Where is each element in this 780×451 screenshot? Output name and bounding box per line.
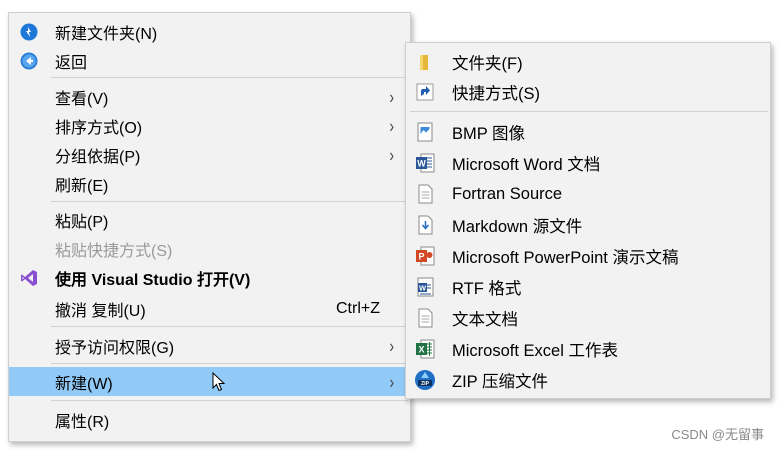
menu-item-label: 返回 [55,54,88,72]
mouse-cursor-icon [212,372,226,392]
menu-item-label: 刷新(E) [55,177,109,195]
powerpoint-icon: P [414,245,436,267]
submenu-item-label: RTF 格式 [452,280,522,298]
menu-item-label: 查看(V) [55,90,109,108]
chevron-right-icon: › [389,115,394,136]
submenu-item-label: Microsoft Excel 工作表 [452,342,618,360]
excel-icon: X [414,338,436,360]
submenu-item-word[interactable]: W Microsoft Word 文档 [406,148,770,178]
menu-item-label: 粘贴快捷方式(S) [55,242,173,260]
submenu-item-text[interactable]: 文本文档 [406,303,770,333]
submenu-item-label: 快捷方式(S) [452,85,540,103]
menu-item-label: 授予访问权限(G) [55,339,175,357]
submenu-item-folder[interactable]: 文件夹(F) [406,47,770,77]
text-file-icon [414,183,436,205]
svg-text:X: X [418,345,424,355]
menu-item-sort-by[interactable]: 排序方式(O) › [9,111,410,140]
submenu-item-rtf[interactable]: W RTF 格式 [406,272,770,302]
watermark-text: CSDN @无留事 [671,427,764,442]
menu-item-refresh[interactable]: 刷新(E) [9,169,410,198]
menu-item-new[interactable]: 新建(W) › [9,367,410,396]
submenu-item-label: Microsoft Word 文档 [452,156,601,174]
menu-separator [51,201,408,202]
menu-item-label: 新建文件夹(N) [55,25,158,43]
back-arrow-icon [20,52,38,70]
svg-text:W: W [417,159,426,169]
chevron-right-icon: › [389,335,394,356]
menu-separator [51,326,408,327]
menu-item-view[interactable]: 查看(V) › [9,82,410,111]
new-folder-icon [20,23,38,41]
word-document-icon: W [414,152,436,174]
bmp-image-icon [414,121,436,143]
rtf-document-icon: W [414,276,436,298]
menu-item-group-by[interactable]: 分组依据(P) › [9,140,410,169]
context-menu: 新建文件夹(N) 返回 查看(V) › 排序方式(O) › 分组依据(P) › … [8,12,411,442]
submenu-item-label: ZIP 压缩文件 [452,373,548,391]
menu-item-label: 分组依据(P) [55,148,141,166]
svg-text:P: P [418,252,424,262]
menu-item-open-visual-studio[interactable]: 使用 Visual Studio 打开(V) [9,263,410,292]
submenu-item-excel[interactable]: X Microsoft Excel 工作表 [406,334,770,364]
submenu-item-label: 文件夹(F) [452,55,523,73]
menu-separator [51,363,408,364]
shortcut-arrow-icon [414,81,436,103]
submenu-item-powerpoint[interactable]: P Microsoft PowerPoint 演示文稿 [406,241,770,271]
menu-item-label: 使用 Visual Studio 打开(V) [55,271,251,289]
menu-item-label: 粘贴(P) [55,213,109,231]
submenu-item-label: Microsoft PowerPoint 演示文稿 [452,249,679,267]
keyboard-shortcut: Ctrl+Z [336,299,380,317]
svg-text:W: W [419,283,427,292]
menu-item-give-access[interactable]: 授予访问权限(G) › [9,331,410,360]
menu-item-new-folder[interactable]: 新建文件夹(N) [9,17,410,46]
submenu-item-label: 文本文档 [452,311,518,329]
menu-item-properties[interactable]: 属性(R) [9,405,410,434]
menu-item-undo-copy[interactable]: 撤消 复制(U) Ctrl+Z [9,294,410,323]
submenu-item-zip[interactable]: ZIP ZIP 压缩文件 [406,365,770,395]
menu-separator [51,77,408,78]
chevron-right-icon: › [389,144,394,165]
submenu-item-label: Fortran Source [452,184,563,203]
chevron-right-icon: › [389,371,394,392]
zip-archive-icon: ZIP [414,369,436,391]
menu-item-back[interactable]: 返回 [9,46,410,75]
new-submenu: 文件夹(F) 快捷方式(S) BMP 图像 W Microsoft Word 文… [405,42,771,399]
menu-item-paste[interactable]: 粘贴(P) [9,205,410,234]
chevron-right-icon: › [389,86,394,107]
text-document-icon [414,307,436,329]
menu-item-label: 撤消 复制(U) [55,302,146,320]
folder-icon [414,51,436,73]
submenu-item-fortran[interactable]: Fortran Source [406,179,770,209]
visual-studio-icon [20,269,38,287]
menu-item-label: 排序方式(O) [55,119,143,137]
submenu-item-label: Markdown 源文件 [452,218,583,236]
menu-item-label: 新建(W) [55,375,113,393]
menu-item-paste-shortcut: 粘贴快捷方式(S) [9,234,410,263]
submenu-item-markdown[interactable]: Markdown 源文件 [406,210,770,240]
menu-separator [410,111,768,112]
svg-text:ZIP: ZIP [421,381,430,387]
submenu-item-label: BMP 图像 [452,125,526,143]
submenu-item-bmp[interactable]: BMP 图像 [406,117,770,147]
submenu-item-shortcut[interactable]: 快捷方式(S) [406,77,770,107]
menu-separator [51,400,408,401]
menu-item-label: 属性(R) [55,413,110,431]
markdown-file-icon [414,214,436,236]
